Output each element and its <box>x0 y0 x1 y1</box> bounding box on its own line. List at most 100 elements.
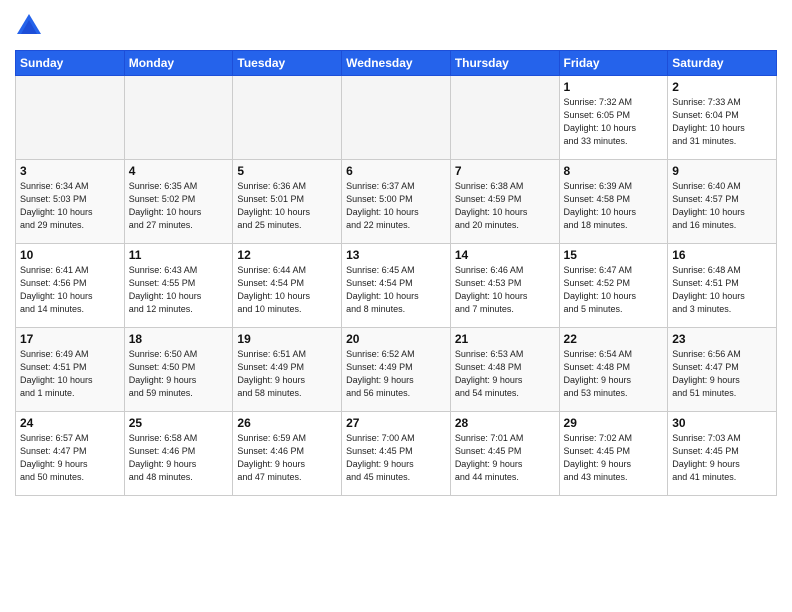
day-info: Sunrise: 6:54 AMSunset: 4:48 PMDaylight:… <box>564 348 664 400</box>
day-info: Sunrise: 6:38 AMSunset: 4:59 PMDaylight:… <box>455 180 555 232</box>
day-cell: 10 Sunrise: 6:41 AMSunset: 4:56 PMDayligh… <box>16 244 125 328</box>
day-of-week-header: SundayMondayTuesdayWednesdayThursdayFrid… <box>16 51 777 76</box>
day-cell: 21 Sunrise: 6:53 AMSunset: 4:48 PMDayligh… <box>450 328 559 412</box>
day-number: 30 <box>672 416 772 430</box>
day-number: 20 <box>346 332 446 346</box>
day-cell: 30 Sunrise: 7:03 AMSunset: 4:45 PMDayligh… <box>668 412 777 496</box>
day-number: 6 <box>346 164 446 178</box>
day-info: Sunrise: 7:01 AMSunset: 4:45 PMDaylight:… <box>455 432 555 484</box>
day-cell: 6 Sunrise: 6:37 AMSunset: 5:00 PMDaylight… <box>342 160 451 244</box>
day-number: 24 <box>20 416 120 430</box>
day-number: 16 <box>672 248 772 262</box>
day-number: 21 <box>455 332 555 346</box>
dow-header-thursday: Thursday <box>450 51 559 76</box>
day-cell <box>342 76 451 160</box>
day-info: Sunrise: 6:56 AMSunset: 4:47 PMDaylight:… <box>672 348 772 400</box>
day-info: Sunrise: 7:00 AMSunset: 4:45 PMDaylight:… <box>346 432 446 484</box>
day-number: 4 <box>129 164 229 178</box>
day-number: 11 <box>129 248 229 262</box>
day-cell: 5 Sunrise: 6:36 AMSunset: 5:01 PMDaylight… <box>233 160 342 244</box>
day-info: Sunrise: 6:39 AMSunset: 4:58 PMDaylight:… <box>564 180 664 232</box>
day-cell: 12Sunrise: 6:44 AMSunset: 4:54 PMDayligh… <box>233 244 342 328</box>
day-number: 8 <box>564 164 664 178</box>
day-cell: 28 Sunrise: 7:01 AMSunset: 4:45 PMDayligh… <box>450 412 559 496</box>
day-cell: 19 Sunrise: 6:51 AMSunset: 4:49 PMDayligh… <box>233 328 342 412</box>
day-number: 25 <box>129 416 229 430</box>
day-number: 22 <box>564 332 664 346</box>
day-number: 27 <box>346 416 446 430</box>
day-info: Sunrise: 6:47 AMSunset: 4:52 PMDaylight:… <box>564 264 664 316</box>
day-info: Sunrise: 6:57 AMSunset: 4:47 PMDaylight:… <box>20 432 120 484</box>
dow-header-monday: Monday <box>124 51 233 76</box>
day-info: Sunrise: 7:33 AMSunset: 6:04 PMDaylight:… <box>672 96 772 148</box>
day-info: Sunrise: 6:48 AMSunset: 4:51 PMDaylight:… <box>672 264 772 316</box>
day-info: Sunrise: 6:45 AMSunset: 4:54 PMDaylight:… <box>346 264 446 316</box>
dow-header-saturday: Saturday <box>668 51 777 76</box>
day-info: Sunrise: 6:59 AMSunset: 4:46 PMDaylight:… <box>237 432 337 484</box>
day-number: 18 <box>129 332 229 346</box>
week-row-1: 1Sunrise: 7:32 AMSunset: 6:05 PMDaylight… <box>16 76 777 160</box>
day-cell: 27 Sunrise: 7:00 AMSunset: 4:45 PMDayligh… <box>342 412 451 496</box>
week-row-4: 17 Sunrise: 6:49 AMSunset: 4:51 PMDayligh… <box>16 328 777 412</box>
day-cell <box>450 76 559 160</box>
day-cell <box>16 76 125 160</box>
dow-header-wednesday: Wednesday <box>342 51 451 76</box>
header-area <box>15 10 777 42</box>
dow-header-sunday: Sunday <box>16 51 125 76</box>
day-cell: 20 Sunrise: 6:52 AMSunset: 4:49 PMDayligh… <box>342 328 451 412</box>
day-cell: 14 Sunrise: 6:46 AMSunset: 4:53 PMDayligh… <box>450 244 559 328</box>
day-cell: 3 Sunrise: 6:34 AMSunset: 5:03 PMDaylight… <box>16 160 125 244</box>
day-cell: 11Sunrise: 6:43 AMSunset: 4:55 PMDayligh… <box>124 244 233 328</box>
day-cell: 15 Sunrise: 6:47 AMSunset: 4:52 PMDayligh… <box>559 244 668 328</box>
day-info: Sunrise: 6:50 AMSunset: 4:50 PMDaylight:… <box>129 348 229 400</box>
day-cell: 7 Sunrise: 6:38 AMSunset: 4:59 PMDaylight… <box>450 160 559 244</box>
day-info: Sunrise: 6:46 AMSunset: 4:53 PMDaylight:… <box>455 264 555 316</box>
day-info: Sunrise: 7:32 AMSunset: 6:05 PMDaylight:… <box>564 96 664 148</box>
day-number: 26 <box>237 416 337 430</box>
day-cell: 24 Sunrise: 6:57 AMSunset: 4:47 PMDayligh… <box>16 412 125 496</box>
day-info: Sunrise: 6:52 AMSunset: 4:49 PMDaylight:… <box>346 348 446 400</box>
day-cell <box>124 76 233 160</box>
day-number: 5 <box>237 164 337 178</box>
day-number: 12 <box>237 248 337 262</box>
day-number: 15 <box>564 248 664 262</box>
day-info: Sunrise: 6:51 AMSunset: 4:49 PMDaylight:… <box>237 348 337 400</box>
week-row-2: 3 Sunrise: 6:34 AMSunset: 5:03 PMDaylight… <box>16 160 777 244</box>
day-info: Sunrise: 6:35 AMSunset: 5:02 PMDaylight:… <box>129 180 229 232</box>
day-info: Sunrise: 7:02 AMSunset: 4:45 PMDaylight:… <box>564 432 664 484</box>
day-cell: 23 Sunrise: 6:56 AMSunset: 4:47 PMDayligh… <box>668 328 777 412</box>
day-number: 17 <box>20 332 120 346</box>
day-info: Sunrise: 6:58 AMSunset: 4:46 PMDaylight:… <box>129 432 229 484</box>
day-number: 14 <box>455 248 555 262</box>
day-info: Sunrise: 7:03 AMSunset: 4:45 PMDaylight:… <box>672 432 772 484</box>
day-cell: 1Sunrise: 7:32 AMSunset: 6:05 PMDaylight… <box>559 76 668 160</box>
day-cell: 8 Sunrise: 6:39 AMSunset: 4:58 PMDaylight… <box>559 160 668 244</box>
day-cell: 9Sunrise: 6:40 AMSunset: 4:57 PMDaylight… <box>668 160 777 244</box>
day-number: 9 <box>672 164 772 178</box>
day-info: Sunrise: 6:49 AMSunset: 4:51 PMDaylight:… <box>20 348 120 400</box>
day-number: 29 <box>564 416 664 430</box>
calendar-body: 1Sunrise: 7:32 AMSunset: 6:05 PMDaylight… <box>16 76 777 496</box>
day-info: Sunrise: 6:36 AMSunset: 5:01 PMDaylight:… <box>237 180 337 232</box>
day-cell: 16 Sunrise: 6:48 AMSunset: 4:51 PMDayligh… <box>668 244 777 328</box>
day-number: 19 <box>237 332 337 346</box>
day-number: 3 <box>20 164 120 178</box>
day-number: 23 <box>672 332 772 346</box>
day-number: 10 <box>20 248 120 262</box>
logo-area <box>15 10 47 42</box>
day-info: Sunrise: 6:37 AMSunset: 5:00 PMDaylight:… <box>346 180 446 232</box>
day-number: 2 <box>672 80 772 94</box>
day-info: Sunrise: 6:41 AMSunset: 4:56 PMDaylight:… <box>20 264 120 316</box>
dow-header-friday: Friday <box>559 51 668 76</box>
day-cell: 26 Sunrise: 6:59 AMSunset: 4:46 PMDayligh… <box>233 412 342 496</box>
week-row-3: 10 Sunrise: 6:41 AMSunset: 4:56 PMDayligh… <box>16 244 777 328</box>
day-number: 7 <box>455 164 555 178</box>
day-cell: 25 Sunrise: 6:58 AMSunset: 4:46 PMDayligh… <box>124 412 233 496</box>
day-info: Sunrise: 6:53 AMSunset: 4:48 PMDaylight:… <box>455 348 555 400</box>
day-number: 28 <box>455 416 555 430</box>
dow-header-tuesday: Tuesday <box>233 51 342 76</box>
day-number: 13 <box>346 248 446 262</box>
logo-icon <box>15 12 43 40</box>
day-cell: 22 Sunrise: 6:54 AMSunset: 4:48 PMDayligh… <box>559 328 668 412</box>
day-info: Sunrise: 6:34 AMSunset: 5:03 PMDaylight:… <box>20 180 120 232</box>
